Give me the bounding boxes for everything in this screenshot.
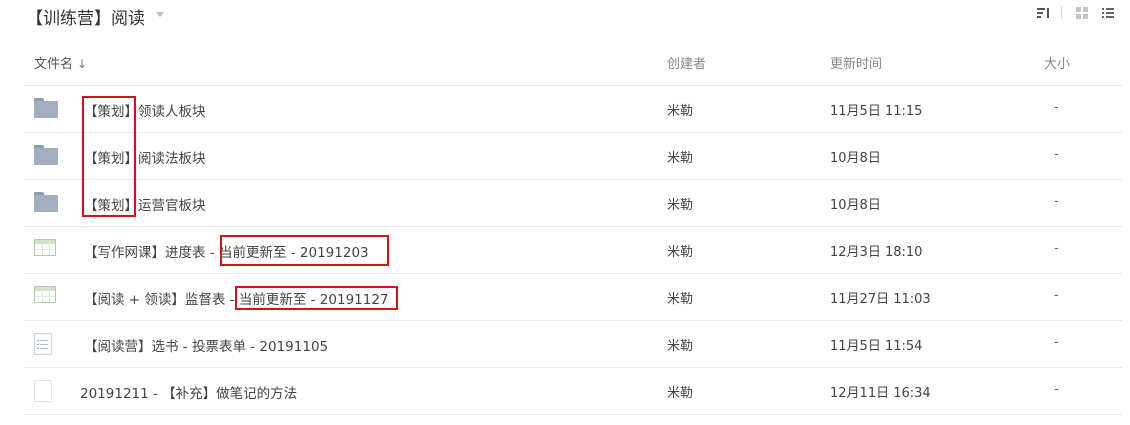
file-name[interactable]: 【写作网课】进度表 - 当前更新至 - 20191203 bbox=[84, 241, 369, 261]
folder-icon bbox=[34, 98, 58, 118]
top-bar: 【训练营】阅读 bbox=[0, 0, 1130, 32]
table-header: 文件名 ↓ 创建者 更新时间 大小 bbox=[24, 38, 1122, 86]
grid-view-icon[interactable] bbox=[1076, 7, 1088, 19]
table-row[interactable]: 【写作网课】进度表 - 当前更新至 - 20191203 米勒 12月3日 18… bbox=[24, 227, 1122, 274]
table-row[interactable]: 【阅读 + 领读】监督表 - 当前更新至 - 20191127 米勒 11月27… bbox=[24, 274, 1122, 321]
file-updated: 11月5日 11:54 bbox=[830, 339, 923, 354]
table-row[interactable]: 【策划】运营官板块 米勒 10月8日 - bbox=[24, 180, 1122, 227]
file-name[interactable]: 20191211 - 【补充】做笔记的方法 bbox=[80, 382, 297, 402]
table-row[interactable]: 【策划】阅读法板块 米勒 10月8日 - bbox=[24, 133, 1122, 180]
file-creator: 米勒 bbox=[667, 339, 694, 354]
file-creator: 米勒 bbox=[667, 198, 694, 213]
file-size: - bbox=[1054, 241, 1059, 256]
file-updated: 12月11日 16:34 bbox=[830, 386, 931, 401]
view-toggle-group bbox=[1023, 6, 1114, 20]
table-row[interactable]: 【阅读营】选书 - 投票表单 - 20191105 米勒 11月5日 11:54… bbox=[24, 321, 1122, 368]
caret-down-icon[interactable] bbox=[156, 12, 164, 17]
column-header-creator[interactable]: 创建者 bbox=[667, 53, 706, 72]
column-header-name[interactable]: 文件名 ↓ bbox=[34, 53, 87, 72]
file-updated: 10月8日 bbox=[830, 151, 881, 166]
file-name[interactable]: 【策划】领读人板块 bbox=[84, 100, 206, 120]
file-creator: 米勒 bbox=[667, 245, 694, 260]
table-row[interactable]: 【策划】领读人板块 米勒 11月5日 11:15 - bbox=[24, 86, 1122, 133]
folder-title[interactable]: 【训练营】阅读 bbox=[26, 4, 145, 29]
sort-icon[interactable] bbox=[1037, 7, 1049, 19]
spreadsheet-icon bbox=[34, 286, 56, 303]
form-icon bbox=[34, 333, 52, 355]
file-list: 【策划】领读人板块 米勒 11月5日 11:15 - 【策划】阅读法板块 米勒 … bbox=[24, 86, 1122, 415]
file-size: - bbox=[1054, 335, 1059, 350]
file-name[interactable]: 【阅读营】选书 - 投票表单 - 20191105 bbox=[84, 335, 328, 355]
file-creator: 米勒 bbox=[667, 292, 694, 307]
file-size: - bbox=[1054, 288, 1059, 303]
file-name[interactable]: 【策划】运营官板块 bbox=[84, 194, 206, 214]
column-header-size[interactable]: 大小 bbox=[1044, 53, 1070, 72]
column-header-updated[interactable]: 更新时间 bbox=[830, 53, 882, 72]
file-updated: 11月5日 11:15 bbox=[830, 104, 923, 119]
file-size: - bbox=[1054, 194, 1059, 209]
file-updated: 12月3日 18:10 bbox=[830, 245, 923, 260]
file-creator: 米勒 bbox=[667, 151, 694, 166]
file-updated: 10月8日 bbox=[830, 198, 881, 213]
file-size: - bbox=[1054, 100, 1059, 115]
file-creator: 米勒 bbox=[667, 386, 694, 401]
document-icon bbox=[34, 380, 52, 402]
folder-icon bbox=[34, 145, 58, 165]
sort-down-icon[interactable]: ↓ bbox=[77, 57, 87, 71]
file-creator: 米勒 bbox=[667, 104, 694, 119]
file-size: - bbox=[1054, 147, 1059, 162]
divider bbox=[1061, 6, 1062, 20]
folder-icon bbox=[34, 192, 58, 212]
list-view-icon[interactable] bbox=[1102, 7, 1114, 19]
file-name[interactable]: 【策划】阅读法板块 bbox=[84, 147, 206, 167]
file-updated: 11月27日 11:03 bbox=[830, 292, 931, 307]
spreadsheet-icon bbox=[34, 239, 56, 256]
file-name[interactable]: 【阅读 + 领读】监督表 - 当前更新至 - 20191127 bbox=[84, 288, 389, 308]
table-row[interactable]: 20191211 - 【补充】做笔记的方法 米勒 12月11日 16:34 - bbox=[24, 368, 1122, 415]
file-size: - bbox=[1054, 382, 1059, 397]
